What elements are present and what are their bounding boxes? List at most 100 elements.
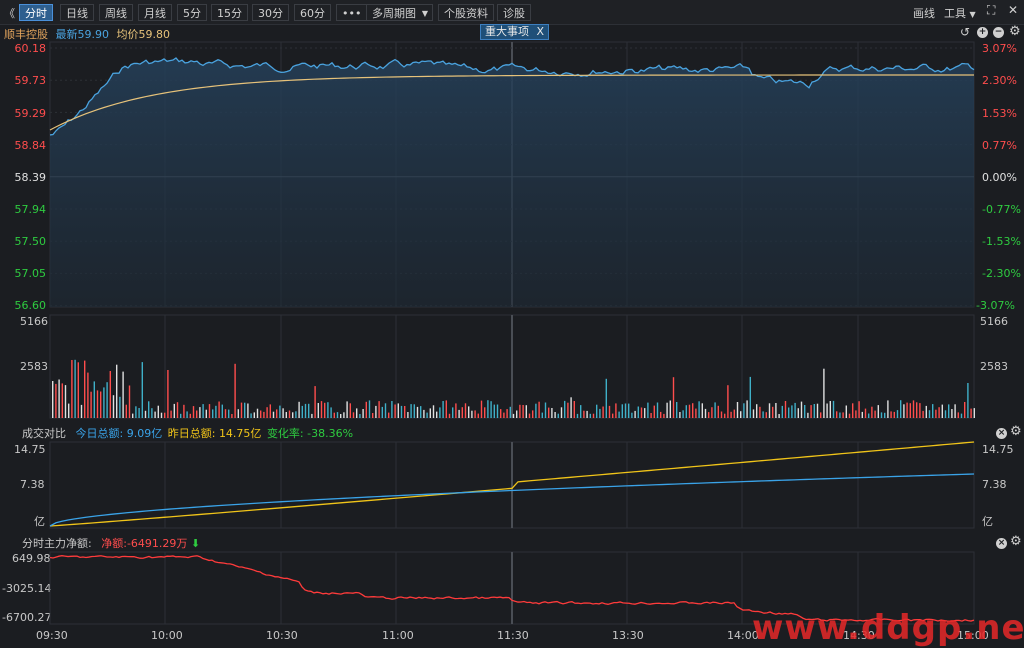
volume-bar — [832, 400, 835, 418]
volume-bar — [544, 402, 547, 418]
volume-bar — [896, 410, 899, 418]
chevron-down-icon: ▼ — [969, 10, 976, 19]
settings-icon[interactable]: ⚙ — [1010, 424, 1022, 439]
volume-bar — [487, 400, 489, 418]
tab-monthly[interactable]: 月线 — [138, 4, 172, 21]
volume-bar — [708, 412, 710, 418]
tab-fenshi[interactable]: 分时 — [19, 4, 53, 21]
tab-daily[interactable]: 日线 — [60, 4, 94, 21]
volume-bar — [890, 411, 892, 418]
volume-bar — [250, 413, 252, 418]
volume-bar — [954, 404, 956, 418]
volume-bar — [548, 407, 550, 418]
tab-15min[interactable]: 15分 — [211, 4, 248, 21]
volume-bar — [269, 404, 271, 418]
volume-bar — [477, 413, 479, 418]
settings-icon[interactable]: ⚙ — [1009, 24, 1021, 39]
volume-bar — [500, 409, 502, 418]
volume-bar — [170, 410, 172, 418]
draw-line-button[interactable]: 画线 — [913, 5, 935, 21]
volume-bar — [650, 413, 652, 418]
volume-bar — [855, 410, 857, 418]
volume-bar — [880, 412, 883, 418]
stock-info-button[interactable]: 个股资料 — [438, 4, 494, 21]
volume-bar — [279, 405, 281, 418]
volume-bar — [756, 404, 758, 418]
volume-bar — [951, 409, 953, 418]
volume-bar — [717, 405, 719, 418]
close-panel-icon[interactable]: × — [996, 538, 1007, 549]
volume-bar — [112, 395, 115, 418]
volume-bar — [272, 411, 275, 418]
volume-bar — [784, 401, 787, 418]
volume-bar — [256, 408, 259, 418]
volume-bar — [877, 405, 879, 418]
volume-bar — [589, 413, 591, 418]
volume-bar — [794, 402, 796, 418]
volume-bar — [106, 382, 108, 418]
tab-weekly[interactable]: 周线 — [99, 4, 133, 21]
volume-bar — [128, 385, 131, 418]
volume-bar — [653, 405, 655, 418]
volume-bar — [644, 408, 646, 418]
flow-title: 分时主力净额: — [22, 537, 92, 550]
volume-bar — [253, 412, 255, 418]
volume-bar — [970, 408, 972, 418]
tools-dropdown[interactable]: 工具 ▼ — [944, 5, 976, 21]
settings-icon[interactable]: ⚙ — [1010, 534, 1022, 549]
close-panel-icon[interactable]: × — [996, 428, 1007, 439]
time-tick: 10:30 — [266, 629, 298, 642]
volume-bar — [874, 410, 876, 418]
volume-bar — [404, 406, 406, 418]
flow-tick: -3025.14 — [2, 582, 52, 595]
multi-period-dropdown[interactable]: 多周期图 ▼ — [366, 4, 433, 21]
volume-bar — [100, 391, 102, 418]
tab-60min[interactable]: 60分 — [294, 4, 331, 21]
change-rate: 变化率: -38.36% — [267, 427, 353, 440]
volume-bar — [68, 403, 70, 418]
tab-5min[interactable]: 5分 — [177, 4, 207, 21]
refresh-icon[interactable]: ↺ — [960, 25, 970, 39]
flow-panel-header: 分时主力净额: 净额:-6491.29万 ⬇ — [22, 535, 200, 551]
back-icon[interactable]: 《 — [4, 5, 15, 21]
volume-bar — [618, 411, 620, 418]
volume-bar — [871, 406, 873, 418]
volume-bar — [698, 401, 700, 418]
volume-bar — [621, 404, 623, 418]
close-icon[interactable]: ✕ — [1008, 3, 1018, 17]
compare-tick-mid-left: 7.38 — [20, 478, 45, 491]
volume-bar — [160, 412, 163, 418]
zoom-in-icon[interactable]: + — [977, 27, 988, 38]
volume-bar — [516, 410, 518, 418]
volume-tick-right-mid: 2583 — [980, 360, 1008, 373]
compare-tick-mid-right: 7.38 — [982, 478, 1007, 491]
volume-bar — [148, 401, 150, 418]
volume-bar — [455, 403, 457, 418]
diagnose-button[interactable]: 诊股 — [497, 4, 531, 21]
volume-bar — [714, 402, 716, 418]
net-amount: 净额:-6491.29万 — [101, 537, 191, 550]
volume-bar — [672, 377, 675, 418]
event-close-button[interactable]: X — [537, 25, 545, 38]
volume-bar — [365, 401, 367, 418]
volume-bar — [340, 414, 342, 418]
time-tick: 09:30 — [36, 629, 68, 642]
volume-bar — [496, 404, 499, 418]
multi-period-label: 多周期图 — [372, 7, 416, 20]
volume-bar — [55, 383, 57, 418]
volume-bar — [964, 402, 966, 418]
volume-bar — [413, 404, 415, 418]
tab-30min[interactable]: 30分 — [252, 4, 289, 21]
more-button[interactable]: ••• — [336, 4, 368, 21]
volume-bar — [394, 404, 396, 418]
volume-bar — [711, 407, 713, 418]
volume-bar — [426, 412, 428, 418]
change-label: 变化率: — [266, 427, 304, 440]
zoom-out-icon[interactable]: − — [993, 27, 1004, 38]
event-tag[interactable]: 重大事项 X — [480, 24, 550, 40]
volume-bar — [74, 359, 76, 418]
yesterday-total: 昨日总额: 14.75亿 — [168, 427, 265, 440]
volume-bar — [304, 403, 307, 418]
fullscreen-icon[interactable]: ⛶ — [987, 3, 995, 18]
price-tick: 60.18 — [14, 42, 47, 55]
